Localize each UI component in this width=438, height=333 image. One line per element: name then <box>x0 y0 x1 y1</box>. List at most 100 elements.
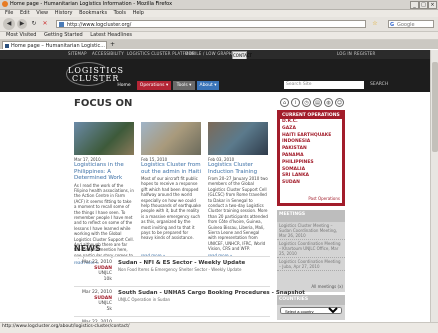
site-search-input[interactable]: Search Site <box>284 81 364 89</box>
operation-item[interactable]: PANAMA <box>280 153 342 160</box>
focus-card-image[interactable] <box>141 122 201 155</box>
all-meetings-link[interactable]: All meetings (x) <box>311 284 343 289</box>
news-title[interactable]: South Sudan - UNHAS Cargo Booking Proced… <box>118 290 305 296</box>
bookmark-star-icon[interactable]: ☆ <box>370 19 380 29</box>
close-button[interactable]: × <box>428 1 437 9</box>
home-circle-icon[interactable]: ⌂ <box>280 98 289 107</box>
focus-card-title[interactable]: Logistics Cluster from out the admin in … <box>141 162 201 175</box>
operation-item[interactable]: GAZA <box>280 126 342 133</box>
site-search-placeholder: Search Site <box>286 82 312 87</box>
back-icon[interactable]: ◀ <box>3 18 15 30</box>
menu-help[interactable]: Help <box>133 10 144 17</box>
past-operations-link[interactable]: Past Operations <box>308 196 340 201</box>
news-item: Mar 22, 2010 SUDAN UNJLC 10k Sudan - NFI… <box>74 256 270 285</box>
operation-item[interactable]: SUDAN <box>280 180 342 187</box>
nav-operations[interactable]: Operations ▾ <box>137 81 171 90</box>
operation-item[interactable]: D.R.C. <box>280 119 342 126</box>
menu-edit[interactable]: Edit <box>20 10 30 17</box>
navigation-toolbar: ◀ ▶ ↻ ✕ http://www.logcluster.org/ ☆ G G… <box>0 17 438 32</box>
menu-bar: File Edit View History Bookmarks Tools H… <box>0 10 438 17</box>
bookmark-getting-started[interactable]: Getting Started <box>44 32 83 39</box>
tab-label: Home page – Humanitarian Logistic... <box>11 43 106 49</box>
news-size: 10k <box>103 276 112 282</box>
site-favicon-icon <box>59 22 64 27</box>
forward-icon[interactable]: ▶ <box>17 19 27 29</box>
tab-bar: Home page – Humanitarian Logistic... + <box>0 40 438 49</box>
nav-tools[interactable]: Tools ▾ <box>173 81 195 90</box>
nav-about[interactable]: About ▾ <box>197 81 219 90</box>
site-header: LOGISTICS CLUSTER Home Operations ▾ Tool… <box>0 59 438 92</box>
news-title[interactable]: Sudan - NFI & ES Sector - Weekly Update <box>118 260 245 266</box>
news-summary: Non Food Items & Emergency Shelter Secto… <box>118 267 242 272</box>
meetings-panel: MEETINGS Logistics Cluster Meeting – Sud… <box>277 210 345 292</box>
window-title: Home page - Humanitarian Logistics Infor… <box>10 1 173 7</box>
news-item: Mar 22, 2010 SUDAN UNJLC 5k South Sudan … <box>74 286 305 315</box>
focus-heading: FOCUS ON <box>74 98 133 109</box>
link-accessibility[interactable]: ACCESSIBILITY <box>92 51 124 56</box>
scrollbar-thumb[interactable] <box>432 62 438 152</box>
doc-circle-icon[interactable]: ▤ <box>313 98 322 107</box>
browser-search-placeholder: Google <box>397 22 415 28</box>
news-country: SUDAN <box>94 295 112 301</box>
status-bar: http://www.logcluster.org/about/logistic… <box>0 322 438 333</box>
focus-card-image[interactable] <box>208 122 268 155</box>
country-select[interactable]: Select a country <box>280 307 342 314</box>
link-register[interactable]: REGISTER <box>354 51 375 56</box>
tab-home-page[interactable]: Home page – Humanitarian Logistic... <box>2 41 107 49</box>
news-date: Mar 22, 2010 <box>82 260 112 265</box>
tab-favicon-icon <box>5 44 9 48</box>
focus-card: Feb 03, 2010 Logistics Cluster Induction… <box>208 122 268 258</box>
focus-card: Feb 15, 2010 Logistics Cluster from out … <box>141 122 201 258</box>
focus-card-title[interactable]: Logisticians in the Philippines: A Deter… <box>74 162 134 182</box>
bookmark-most-visited[interactable]: Most Visited <box>6 32 36 39</box>
page-scrollbar[interactable] <box>430 50 438 322</box>
clock-circle-icon[interactable]: ◷ <box>302 98 311 107</box>
site-utility-nav: SITEMAP ACCESSIBILITY LOGISTICS CLUSTER … <box>0 50 438 60</box>
focus-card-body: Most of our aircraft fit public hopes to… <box>141 176 201 241</box>
news-summary: UNJLC Operation in Sudan <box>118 297 171 302</box>
meeting-item[interactable]: Logistics Coordination Meeting – Khartou… <box>277 240 345 258</box>
operation-item[interactable]: PAKISTAN <box>280 146 342 153</box>
news-source: UNJLC <box>98 301 112 306</box>
countries-heading: COUNTRIES <box>277 295 345 305</box>
bookmarks-bar: Most Visited Getting Started Latest Head… <box>0 32 438 40</box>
bookmark-latest-headlines[interactable]: Latest Headlines <box>90 32 132 39</box>
news-date-block: Mar 22, 2010 SUDAN UNJLC 5k <box>74 290 112 312</box>
reload-icon[interactable]: ↻ <box>29 19 39 29</box>
maximize-button[interactable]: □ <box>419 1 428 9</box>
menu-history[interactable]: History <box>55 10 73 17</box>
menu-bookmarks[interactable]: Bookmarks <box>79 10 107 17</box>
focus-card-image[interactable] <box>74 122 134 155</box>
menu-tools[interactable]: Tools <box>114 10 126 17</box>
stop-icon[interactable]: ✕ <box>40 19 50 29</box>
minimize-button[interactable]: _ <box>410 1 419 9</box>
new-tab-icon[interactable]: + <box>110 41 115 49</box>
meetings-heading: MEETINGS <box>277 210 345 222</box>
current-operations-panel: CURRENT OPERATIONS D.R.C. GAZA HAITI EAR… <box>277 110 345 206</box>
news-country: SUDAN <box>94 265 112 271</box>
globe-circle-icon[interactable]: ◍ <box>324 98 333 107</box>
news-date: Mar 22, 2010 <box>82 290 112 295</box>
link-login[interactable]: LOG IN <box>337 51 352 56</box>
link-sitemap[interactable]: SITEMAP <box>68 51 87 56</box>
operation-item[interactable]: PHILIPPINES <box>280 160 342 167</box>
browser-search-input[interactable]: G Google <box>388 20 434 28</box>
meeting-item[interactable]: Logistics Cluster Meeting – Sudan Coordi… <box>277 222 345 240</box>
nav-home[interactable]: Home <box>113 81 135 90</box>
firefox-icon <box>2 1 8 7</box>
address-bar[interactable]: http://www.logcluster.org/ <box>56 20 366 28</box>
menu-file[interactable]: File <box>5 10 13 17</box>
menu-view[interactable]: View <box>36 10 48 17</box>
link-contact-label: CONTACT <box>233 53 252 58</box>
people-circle-icon[interactable]: ☺ <box>335 98 344 107</box>
google-icon: G <box>390 22 395 28</box>
news-date-block: Mar 22, 2010 SUDAN UNJLC 10k <box>74 260 112 282</box>
window-titlebar: Home page - Humanitarian Logistics Infor… <box>0 0 438 10</box>
link-mobile[interactable]: MOBILE / LOW GRAPHIC <box>185 51 236 56</box>
site-search-button[interactable]: SEARCH <box>370 81 388 89</box>
news-size: 5k <box>106 306 112 312</box>
focus-card-title[interactable]: Logistics Cluster Induction Training <box>208 162 268 175</box>
news-heading: NEWS <box>74 244 101 253</box>
meeting-item[interactable]: Logistics Coordination Meeting – Juba, A… <box>277 258 345 271</box>
info-circle-icon[interactable]: i <box>291 98 300 107</box>
